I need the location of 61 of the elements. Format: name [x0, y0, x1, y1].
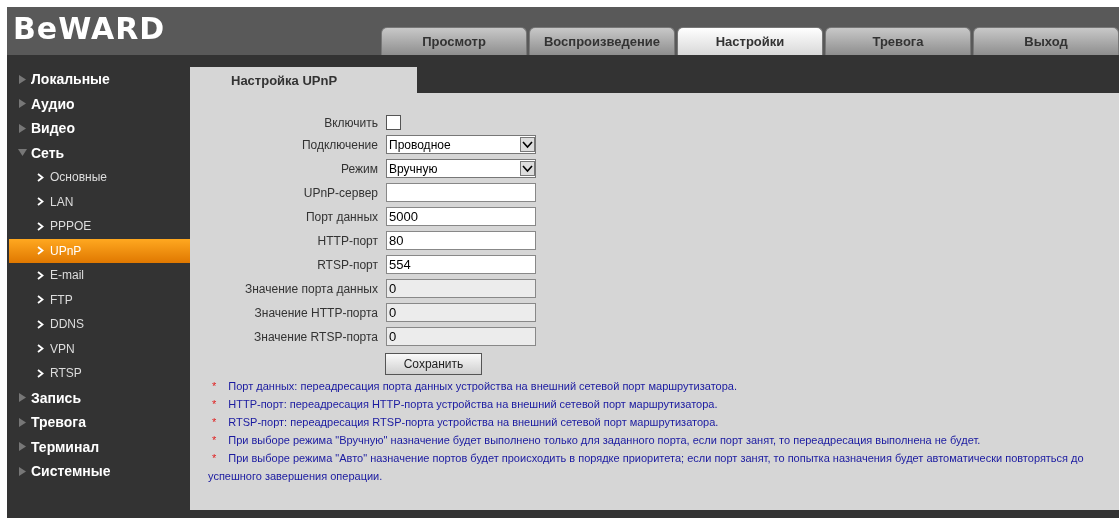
sidebar-item[interactable]: Аудио — [7, 91, 190, 116]
note-text: * При выборе режима "Вручную" назначение будет выполнено только для заданного порта, если порт занят, то переадресация выполнена не будет. — [211, 433, 982, 448]
sidebar-item[interactable]: Тревога — [7, 410, 190, 435]
field-label: HTTP-порт — [316, 233, 378, 248]
save-button[interactable]: Сохранить — [385, 353, 482, 375]
sidebar-label: Основные — [50, 170, 107, 185]
sidebar-subitem[interactable]: PPPOE — [9, 214, 190, 239]
nav-tab[interactable]: Тревога — [825, 27, 971, 55]
sidebar-item[interactable]: Запись — [7, 385, 190, 410]
input-field[interactable]: 5000 — [386, 207, 536, 226]
sidebar-label: DDNS — [50, 317, 84, 332]
nav-tab[interactable]: Воспроизведение — [529, 27, 675, 55]
sidebar-label: RTSP — [50, 366, 82, 381]
sidebar-label: Аудио — [31, 95, 75, 112]
sidebar-label: Системные — [31, 463, 111, 480]
sidebar-label: Запись — [31, 389, 81, 406]
note-text: * HTTP-порт: переадресация HTTP-порта устройства на внешний сетевой порт маршрутизатора. — [211, 397, 719, 412]
sidebar-subitem[interactable]: DDNS — [9, 312, 190, 337]
dropdown[interactable]: Проводное — [386, 135, 536, 154]
sidebar-item[interactable]: Системные — [7, 459, 190, 484]
note-text: * Порт данных: переадресация порта данных устройства на внешний сетевой порт маршрутизатора. — [211, 379, 738, 394]
sidebar-label: Видео — [31, 120, 75, 137]
field-label: Включить — [323, 115, 378, 130]
note-text: * RTSP-порт: переадресация RTSP-порта устройства на внешний сетевой порт маршрутизатора. — [211, 415, 720, 430]
sidebar-item[interactable]: Терминал — [7, 434, 190, 459]
field-label: RTSP-порт — [316, 257, 378, 272]
field-label: UPnP-сервер — [302, 185, 378, 200]
sidebar-label: VPN — [50, 341, 75, 356]
sidebar-label: LAN — [50, 194, 74, 209]
nav-tab[interactable]: Выход — [973, 27, 1119, 55]
sidebar-label: E-mail — [50, 268, 84, 283]
sidebar-label: Локальные — [31, 71, 110, 88]
sidebar-label: PPPOE — [50, 219, 92, 234]
sidebar-subitem[interactable]: VPN — [9, 336, 190, 361]
field-label: Значение RTSP-порта — [253, 329, 378, 344]
logo: BeWARD — [13, 11, 166, 46]
sidebar-item[interactable]: Локальные — [7, 67, 190, 92]
sidebar-label: Терминал — [31, 438, 100, 455]
sidebar-label: Тревога — [31, 414, 86, 431]
dropdown[interactable]: Вручную — [386, 159, 536, 178]
nav-tab[interactable]: Просмотр — [381, 27, 527, 55]
input-field[interactable]: 554 — [386, 255, 536, 274]
sidebar-subitem[interactable]: FTP — [9, 287, 190, 312]
nav-tab[interactable]: Настройки — [677, 27, 823, 55]
sidebar-subitem[interactable]: RTSP — [9, 361, 190, 386]
field-label: Порт данных — [304, 209, 378, 224]
note-text: * При выборе режима "Авто" назначение портов будет происходить в порядке приоритета; если порт занят, то попытка назначения будет автоматически повторяться до успешного завершения операции. — [208, 451, 1085, 484]
sidebar-item[interactable]: Сеть — [7, 140, 190, 165]
sidebar-item[interactable]: Видео — [7, 116, 190, 141]
sidebar-subitem[interactable]: E-mail — [9, 263, 190, 288]
sidebar-label: UPnP — [50, 243, 82, 258]
sidebar-subitem[interactable]: Основные — [9, 165, 190, 190]
field-label: Подключение — [300, 137, 378, 152]
field-label: Значение HTTP-порта — [253, 305, 378, 320]
field-label: Режим — [340, 161, 378, 176]
sidebar-subitem[interactable]: LAN — [9, 189, 190, 214]
field-label: Значение порта данных — [243, 281, 378, 296]
input-field[interactable]: 80 — [386, 231, 536, 250]
sidebar-label: Сеть — [31, 144, 65, 161]
panel-tab[interactable]: Настройка UPnP — [190, 67, 417, 93]
sidebar-label: FTP — [50, 292, 73, 307]
